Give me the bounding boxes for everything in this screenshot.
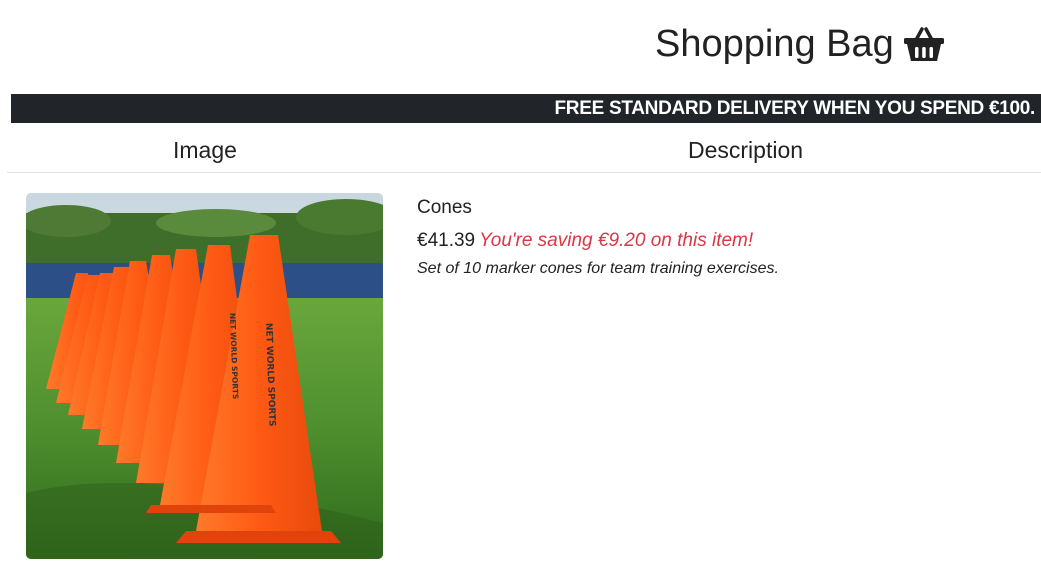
price-line: €41.39 You're saving €9.20 on this item! [417,229,753,253]
saving-text: You're saving €9.20 on this item! [479,230,754,251]
column-header-image: Image [173,137,237,163]
product-image[interactable]: NET WORLD SPORTS NET WORLD SPORTS [26,193,383,559]
product-price: €41.39 [417,230,476,251]
product-name: Cones [417,197,472,218]
shopping-basket-icon [904,27,944,61]
page-header: Shopping Bag [0,20,1041,70]
bag-item-row: NET WORLD SPORTS NET WORLD SPORTS Cones … [0,174,1041,561]
product-description: Set of 10 marker cones for team training… [417,260,779,277]
bag-table-header: Image Description [7,124,1041,173]
column-header-description: Description [688,137,804,163]
page-title: Shopping Bag [655,23,894,65]
free-delivery-banner: FREE STANDARD DELIVERY WHEN YOU SPEND €1… [11,94,1041,123]
